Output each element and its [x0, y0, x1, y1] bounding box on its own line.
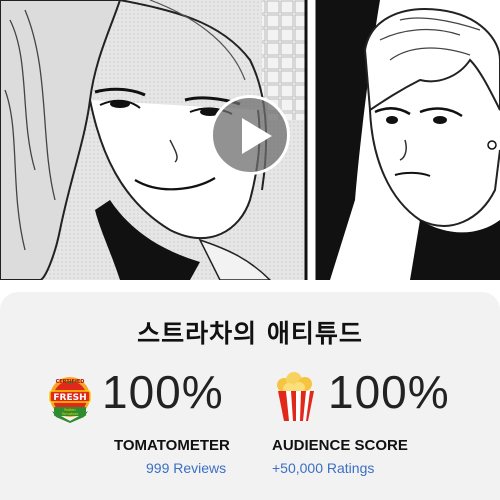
ratings-link[interactable]: +50,000 Ratings — [272, 460, 374, 476]
play-icon — [242, 118, 272, 154]
badge-tomatoes-text: Tomatoes — [61, 412, 79, 416]
score-card: 스트라차의 애티튜드 FRESH CERTIFIED Rotten Tomato… — [0, 292, 500, 500]
tomatometer-score: 100% — [102, 366, 224, 418]
badge-certified-text: CERTIFIED — [56, 379, 85, 385]
page-title: 스트라차의 애티튜드 — [137, 319, 363, 348]
badge-fresh-text: FRESH — [53, 393, 86, 403]
reviews-link[interactable]: 999 Reviews — [146, 460, 226, 476]
audience-score-label: AUDIENCE SCORE — [272, 437, 408, 454]
popcorn-icon — [277, 372, 314, 421]
tomatometer-label: TOMATOMETER — [114, 437, 230, 454]
trailer-thumbnail[interactable] — [0, 0, 500, 280]
play-button[interactable] — [210, 95, 290, 175]
certified-fresh-icon: FRESH CERTIFIED Rotten Tomatoes — [49, 377, 91, 423]
audience-score: 100% — [328, 366, 450, 418]
